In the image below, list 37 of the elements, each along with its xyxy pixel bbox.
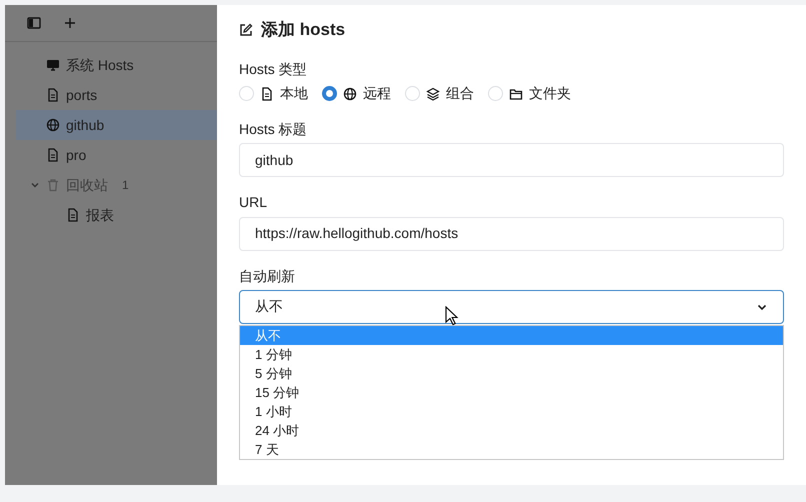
document-icon <box>66 208 80 222</box>
radio-label[interactable]: 远程 <box>363 83 391 104</box>
sidebar-item[interactable]: 系统 Hosts <box>16 50 217 80</box>
monitor-icon <box>46 58 60 72</box>
document-icon <box>46 88 60 102</box>
radio-label[interactable]: 文件夹 <box>529 83 571 104</box>
document-icon <box>260 86 274 101</box>
title-input-field[interactable]: github <box>239 143 784 178</box>
dropdown-option[interactable]: 7 天 <box>240 440 783 459</box>
radio-label[interactable]: 组合 <box>446 83 474 104</box>
dropdown-option[interactable]: 1 分钟 <box>240 344 783 364</box>
trash-icon <box>46 178 60 192</box>
folder-icon <box>509 86 523 101</box>
dropdown-option[interactable]: 24 小时 <box>240 420 783 440</box>
refresh-select[interactable]: 从不 <box>239 290 784 324</box>
edit-icon <box>239 23 253 37</box>
radio-label[interactable]: 本地 <box>280 83 308 104</box>
drawer-title: 添加 hosts <box>261 19 346 42</box>
layers-icon <box>426 86 440 101</box>
globe-icon <box>46 118 60 132</box>
field-label: Hosts 标题 <box>239 120 308 138</box>
url-input-field[interactable]: https://raw.hellogithub.com/hosts <box>239 216 784 251</box>
radio-button[interactable] <box>322 86 337 102</box>
sidebar-item[interactable]: ports <box>16 80 217 110</box>
sidebar-toggle-icon[interactable] <box>27 16 41 30</box>
document-icon <box>46 148 60 162</box>
field-label: Hosts 类型 <box>239 60 308 78</box>
item-count: 1 <box>122 177 129 194</box>
globe-icon <box>343 86 357 101</box>
sidebar-item[interactable]: github <box>16 110 217 140</box>
dropdown-option[interactable]: 5 分钟 <box>240 364 783 383</box>
dropdown-option[interactable]: 15 分钟 <box>240 382 783 402</box>
add-icon[interactable] <box>63 16 77 30</box>
field-label: 自动刷新 <box>239 266 296 285</box>
field-label: URL <box>239 193 268 212</box>
dropdown-option[interactable]: 1 小时 <box>240 402 783 421</box>
sidebar-item[interactable]: pro <box>16 140 217 170</box>
